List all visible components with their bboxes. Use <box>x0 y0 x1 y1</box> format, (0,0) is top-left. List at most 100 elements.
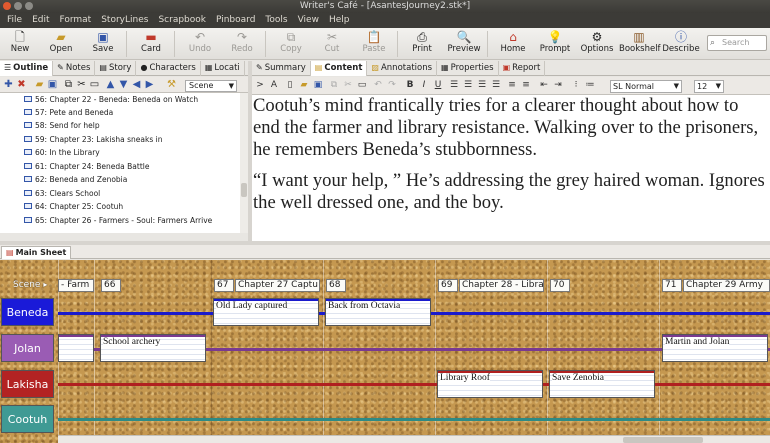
italic-icon[interactable]: I <box>418 79 430 92</box>
strand-label-lakisha[interactable]: Lakisha <box>1 370 54 398</box>
prompt-button[interactable]: 💡 Prompt <box>535 29 575 59</box>
scene-header[interactable]: Scene ▸ <box>13 280 47 290</box>
home-button[interactable]: ⌂ Home <box>493 29 533 59</box>
scene-number-label[interactable]: 66 <box>101 279 121 292</box>
undo-button[interactable]: ↶ Undo <box>180 29 220 59</box>
paragraph-style-select[interactable]: SL Normal ▼ <box>610 80 682 93</box>
tab-annotations[interactable]: ▨ Annotations <box>367 61 438 76</box>
preview-button[interactable]: 🔍 Preview <box>444 29 484 59</box>
menu-tools[interactable]: Tools <box>260 13 292 28</box>
copy-button[interactable]: ⧉ Copy <box>271 29 311 59</box>
save-icon[interactable]: ▣ <box>46 78 59 91</box>
line-spacing-icon[interactable]: ≡ <box>506 79 518 92</box>
chapter-label[interactable]: - Farm <box>58 279 94 292</box>
scene-number-label[interactable]: 69 <box>438 279 458 292</box>
list-item[interactable]: 64: Chapter 25: Cootuh <box>24 200 123 213</box>
scene-card[interactable]: Old Lady captured <box>213 298 319 326</box>
copy-icon[interactable]: ⧉ <box>328 79 340 92</box>
scene-number-label[interactable]: 71 <box>662 279 682 292</box>
chapter-label[interactable]: Chapter 27 Captu <box>235 279 320 292</box>
describe-button[interactable]: ⓘ Describe <box>661 29 701 59</box>
tab-notes[interactable]: ✎ Notes <box>53 61 96 76</box>
menu-file[interactable]: File <box>2 13 27 28</box>
tab-content[interactable]: ▤ Content <box>310 61 368 76</box>
strand-label-beneda[interactable]: Beneda <box>1 298 54 326</box>
font-icon[interactable]: A <box>268 79 280 92</box>
folder-icon[interactable]: ▰ <box>298 79 310 92</box>
wand-icon[interactable]: ⚒ <box>165 78 178 91</box>
menu-view[interactable]: View <box>293 13 324 28</box>
delete-icon[interactable]: ✖ <box>15 78 28 91</box>
tab-report[interactable]: ▣ Report <box>499 61 546 76</box>
font-size-select[interactable]: 12 ▼ <box>694 80 724 93</box>
clipboard-icon[interactable]: ▭ <box>88 78 101 91</box>
indent-decrease-icon[interactable]: ⇤ <box>538 79 550 92</box>
scene-card[interactable]: Library Roof <box>437 370 543 398</box>
redo-button[interactable]: ↷ Redo <box>222 29 262 59</box>
timeline-scrollbar[interactable] <box>58 435 770 443</box>
scene-number-label[interactable]: 68 <box>326 279 346 292</box>
maximize-window-button[interactable] <box>25 2 33 10</box>
paste-button[interactable]: 📋 Paste <box>354 29 394 59</box>
add-icon[interactable]: ✚ <box>2 78 15 91</box>
list-item[interactable]: 58: Send for help <box>24 119 100 132</box>
menu-edit[interactable]: Edit <box>27 13 54 28</box>
scene-card[interactable]: Martin and Jolan <box>662 334 768 362</box>
expand-icon[interactable]: > <box>254 79 266 92</box>
list-item[interactable]: 60: In the Library <box>24 146 100 159</box>
cut-button[interactable]: ✂ Cut <box>312 29 352 59</box>
list-item[interactable]: 62: Beneda and Zenobia <box>24 173 127 186</box>
tab-outline[interactable]: ☰ Outline <box>0 61 54 76</box>
scene-number-label[interactable]: 70 <box>550 279 570 292</box>
tab-summary[interactable]: ✎ Summary <box>252 61 311 76</box>
list-item[interactable]: 59: Chapter 23: Lakisha sneaks in <box>24 133 162 146</box>
copy-icon[interactable]: ⧉ <box>62 78 75 91</box>
new-button[interactable]: 🗋 New <box>0 29 40 59</box>
scene-number-label[interactable]: 67 <box>214 279 234 292</box>
bold-icon[interactable]: B <box>404 79 416 92</box>
arrow-up-icon[interactable]: ▲ <box>104 78 117 91</box>
scissors-icon[interactable]: ✂ <box>342 79 354 92</box>
align-center-icon[interactable]: ☰ <box>462 79 474 92</box>
strand-label-cootuh[interactable]: Cootuh <box>1 405 54 433</box>
bookshelf-button[interactable]: ▥ Bookshelf <box>619 29 661 59</box>
align-left-icon[interactable]: ☰ <box>448 79 460 92</box>
tab-main-sheet[interactable]: ▤ Main Sheet <box>1 246 72 259</box>
save-icon[interactable]: ▣ <box>312 79 324 92</box>
tab-properties[interactable]: ▦ Properties <box>437 61 499 76</box>
open-button[interactable]: ▰ Open <box>41 29 81 59</box>
options-button[interactable]: ⚙ Options <box>577 29 617 59</box>
scissors-icon[interactable]: ✂ <box>75 78 88 91</box>
tab-characters[interactable]: ● Characters <box>136 61 201 76</box>
numbered-list-icon[interactable]: ≔ <box>584 79 596 92</box>
storyline-timeline[interactable]: - Farm 66 67 Chapter 27 Captu 68 69 Chap… <box>0 260 770 443</box>
arrow-right-icon[interactable]: ▶ <box>143 78 156 91</box>
scene-card[interactable] <box>58 334 94 362</box>
menu-storylines[interactable]: StoryLines <box>96 13 153 28</box>
tab-locations[interactable]: ▦ Locati <box>201 61 245 76</box>
tab-story[interactable]: ▤ Story <box>95 61 137 76</box>
new-document-icon[interactable]: ▯ <box>284 79 296 92</box>
list-item[interactable]: 61: Chapter 24: Beneda Battle <box>24 160 149 173</box>
list-item[interactable]: 65: Chapter 26 - Farmers - Soul: Farmers… <box>24 214 212 227</box>
menu-pinboard[interactable]: Pinboard <box>211 13 260 28</box>
list-item[interactable]: 63: Clears School <box>24 187 100 200</box>
line-spacing-icon[interactable]: ≡ <box>520 79 532 92</box>
redo-icon[interactable]: ↷ <box>386 79 398 92</box>
chapter-label[interactable]: Chapter 29 Army <box>683 279 770 292</box>
scene-card[interactable]: Back from Octavia <box>325 298 431 326</box>
card-button[interactable]: ▬ Card <box>131 29 171 59</box>
menu-help[interactable]: Help <box>324 13 355 28</box>
scrollbar-thumb[interactable] <box>623 437 703 443</box>
search-input[interactable]: ⌕ Search <box>707 35 767 51</box>
clipboard-icon[interactable]: ▭ <box>356 79 368 92</box>
outline-scrollbar[interactable] <box>240 93 248 233</box>
menu-scrapbook[interactable]: Scrapbook <box>153 13 211 28</box>
scene-filter-select[interactable]: Scene ▼ <box>185 80 237 92</box>
print-button[interactable]: ⎙ Print <box>402 29 442 59</box>
list-item[interactable]: 56: Chapter 22 - Beneda: Beneda on Watch <box>24 93 198 106</box>
minimize-window-button[interactable] <box>14 2 22 10</box>
list-item[interactable]: 57: Pete and Beneda <box>24 106 113 119</box>
chapter-label[interactable]: Chapter 28 - Libra <box>459 279 544 292</box>
align-right-icon[interactable]: ☰ <box>476 79 488 92</box>
